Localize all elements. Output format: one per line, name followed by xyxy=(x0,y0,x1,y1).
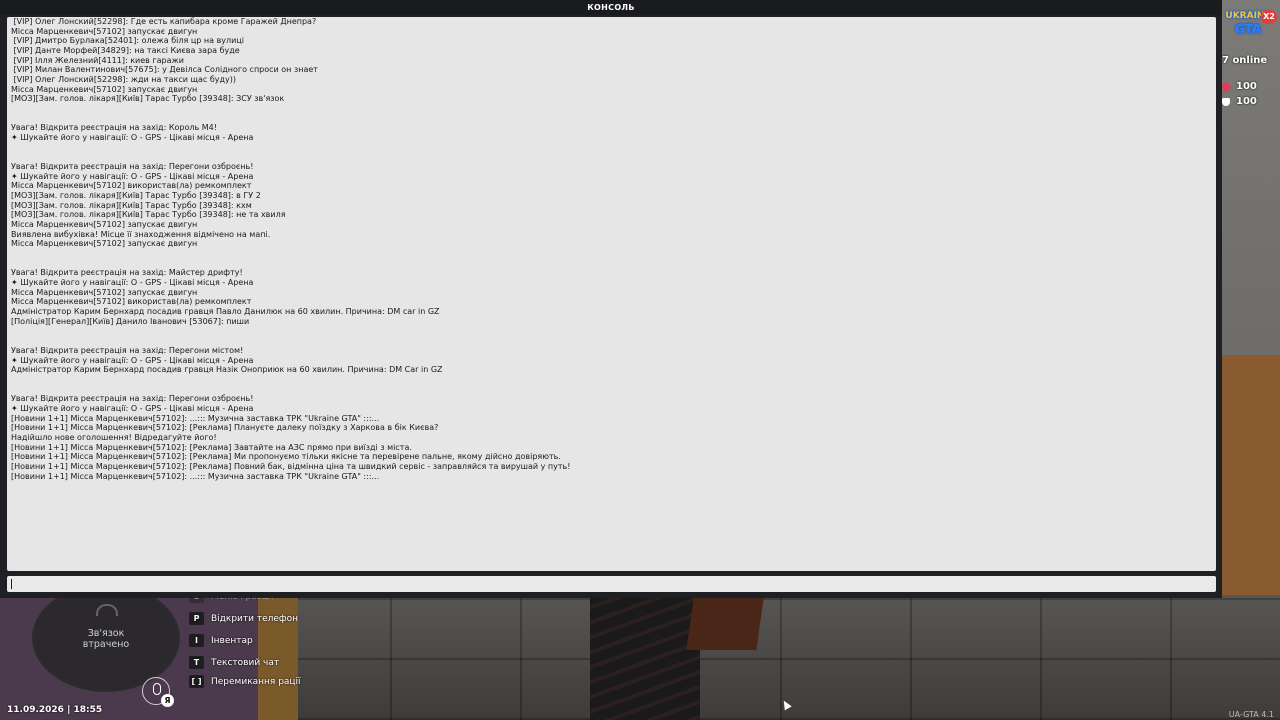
console-line: [VIP] Дмитро Бурлака[52401]: олежа біля … xyxy=(11,36,245,46)
shield-icon xyxy=(1222,97,1230,106)
health-stat: 100 xyxy=(1220,80,1257,93)
console-line: ✦ Шукайте його у навігації: O - GPS - Ці… xyxy=(11,355,254,365)
key-hint-label: Текстовий чат xyxy=(211,657,280,668)
console-line: [VIP] Олег Лонский[52298]: жди на такси … xyxy=(11,75,237,85)
console-line: [Новини 1+1] Місса Марценкевич[57102]: .… xyxy=(11,413,380,423)
console-window[interactable]: КОНСОЛЬ [VIP] Олег Лонский[52298]: Где е… xyxy=(0,0,1222,598)
console-line: Місса Марценкевич[57102] запускає двигун xyxy=(11,239,198,249)
console-line: Увага! Відкрита реєстрація на захід: Пер… xyxy=(11,162,254,172)
console-line: Увага! Відкрита реєстрація на захід: Май… xyxy=(11,268,243,278)
console-line: [МОЗ][Зам. голов. лікаря][Київ] Тарас Ту… xyxy=(11,200,252,210)
console-line: Адміністратор Карим Бернхард посадив гра… xyxy=(11,365,443,375)
date-time: 11.09.2026 | 18:55 xyxy=(7,705,103,715)
key-badge: [ ] xyxy=(189,675,204,688)
console-line: ✦ Шукайте його у навігації: O - GPS - Ці… xyxy=(11,403,254,413)
key-hint: I Інвентар xyxy=(189,634,253,647)
heart-icon xyxy=(1220,80,1232,93)
console-line: [Новини 1+1] Місса Марценкевич[57102]: [… xyxy=(11,442,412,452)
console-line: Місса Марценкевич[57102] використав(ла) … xyxy=(11,297,252,307)
logo-text-bottom: GTA xyxy=(1234,22,1262,36)
health-value: 100 xyxy=(1236,81,1257,92)
key-hint: P Відкрити телефон xyxy=(189,612,298,625)
armor-stat: 100 xyxy=(1222,96,1257,107)
console-line: [МОЗ][Зам. голов. лікаря][Київ] Тарас Ту… xyxy=(11,191,261,201)
console-line: Увага! Відкрита реєстрація на захід: Пер… xyxy=(11,394,254,404)
console-line: [VIP] Олег Лонский[52298]: Где есть капи… xyxy=(11,17,317,26)
console-line: [VIP] Милан Валентинович[57675]: у Девіл… xyxy=(11,65,318,75)
armor-value: 100 xyxy=(1236,96,1257,107)
key-hint: T Текстовий чат xyxy=(189,656,279,669)
console-line: [Новини 1+1] Місса Марценкевич[57102]: .… xyxy=(11,471,380,481)
console-line: Виявлена вибухівка! Місце її знаходження… xyxy=(11,229,271,239)
console-line: [Новини 1+1] Місса Марценкевич[57102]: [… xyxy=(11,452,561,462)
key-badge: I xyxy=(189,634,204,647)
minimap: Зв'язок втрачено xyxy=(32,584,180,692)
key-hint: [ ] Перемикання рації xyxy=(189,675,301,688)
console-line: ✦ Шукайте його у навігації: O - GPS - Ці… xyxy=(11,133,254,143)
console-line: [МОЗ][Зам. голов. лікаря][Київ] Тарас Ту… xyxy=(11,210,286,220)
console-title: КОНСОЛЬ xyxy=(0,0,1222,15)
key-hint-label: Відкрити телефон xyxy=(211,613,299,624)
text-caret xyxy=(11,579,12,589)
minimap-status: Зв'язок втрачено xyxy=(82,628,130,650)
player-character xyxy=(590,595,700,720)
key-badge: P xyxy=(189,612,204,625)
console-line: Адміністратор Карим Бернхард посадив гра… xyxy=(11,307,440,317)
console-line: [МОЗ][Зам. голов. лікаря][Київ] Тарас Ту… xyxy=(11,94,285,104)
player-bag xyxy=(686,598,764,650)
wifi-off-icon xyxy=(96,604,118,616)
console-input[interactable] xyxy=(7,576,1216,592)
console-line: Увага! Відкрита реєстрація на захід: Кор… xyxy=(11,123,217,133)
console-line: ✦ Шукайте його у навігації: O - GPS - Ці… xyxy=(11,278,254,288)
console-line: Місса Марценкевич[57102] запускає двигун xyxy=(11,220,198,230)
key-hint-label: Інвентар xyxy=(211,635,253,646)
online-count: 7 online xyxy=(1222,55,1268,66)
wooden-cabinet xyxy=(1222,355,1280,595)
console-line: [Новини 1+1] Місса Марценкевич[57102]: [… xyxy=(11,423,439,433)
console-line: Місса Марценкевич[57102] використав(ла) … xyxy=(11,181,252,191)
console-line: Місса Марценкевич[57102] запускає двигун xyxy=(11,26,198,36)
console-line: [VIP] Данте Морфей[34829]: на таксі Києв… xyxy=(11,46,240,56)
multiplier-badge: X2 xyxy=(1261,10,1277,24)
console-line: Увага! Відкрита реєстрація на захід: Пер… xyxy=(11,345,244,355)
console-line: Надійшло нове оголошення! Відредагуйте й… xyxy=(11,432,217,442)
console-line: Місса Марценкевич[57102] запускає двигун xyxy=(11,287,198,297)
microphone-icon xyxy=(153,683,161,695)
console-line: [Поліція][Генерал][Київ] Данило Іванович… xyxy=(11,316,250,326)
wooden-panel xyxy=(258,590,298,720)
console-log[interactable]: [VIP] Олег Лонский[52298]: Где есть капи… xyxy=(7,17,1216,571)
game-version: UA-GTA 4.1 xyxy=(1228,710,1274,719)
console-line: [VIP] Ілля Железний[4111]: киев гаражи xyxy=(11,55,184,65)
key-hint-label: Перемикання рації xyxy=(211,676,301,687)
voice-key-badge: Я xyxy=(161,694,174,707)
console-line: [Новини 1+1] Місса Марценкевич[57102]: [… xyxy=(11,461,571,471)
console-line: Місса Марценкевич[57102] запускає двигун xyxy=(11,84,198,94)
console-line: ✦ Шукайте його у навігації: O - GPS - Ці… xyxy=(11,171,254,181)
key-badge: T xyxy=(189,656,204,669)
